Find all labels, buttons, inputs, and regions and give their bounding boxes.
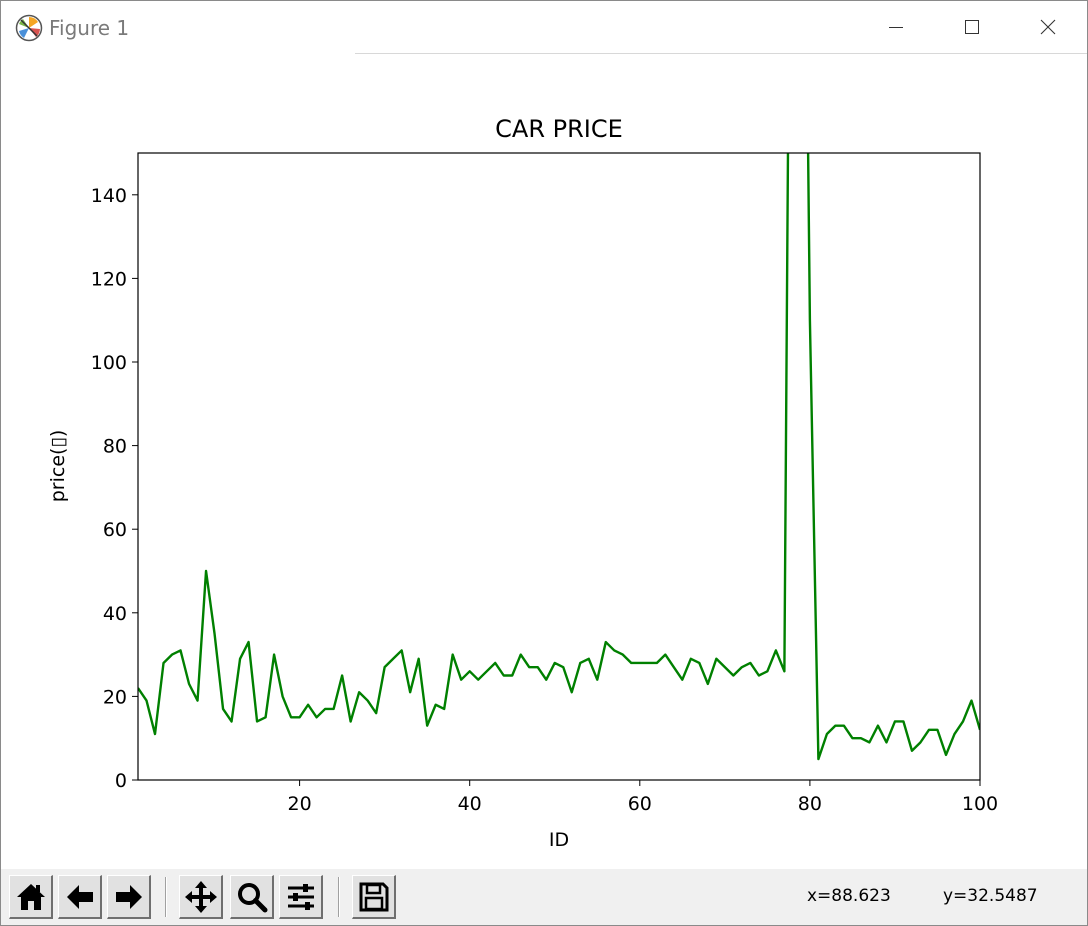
y-tick-label: 20 [103, 686, 127, 708]
chart-title: CAR PRICE [495, 115, 623, 143]
x-tick-label: 100 [962, 793, 998, 815]
pan-button[interactable] [179, 875, 223, 919]
y-tick-label: 40 [103, 603, 127, 625]
configure-subplots-icon [287, 883, 314, 910]
forward-button[interactable] [107, 875, 151, 919]
y-axis: 0 20 40 60 80 100 120 140 [91, 185, 138, 792]
title-bar-divider [355, 53, 1087, 54]
pan-icon [184, 880, 217, 913]
close-button[interactable] [1009, 1, 1087, 53]
toolbar-separator [338, 877, 340, 917]
figure-canvas[interactable]: CAR PRICE 0 20 40 60 80 100 120 140 20 40 60 80 100… [1, 55, 1087, 869]
minimize-button[interactable] [857, 1, 935, 53]
x-tick-label: 60 [628, 793, 652, 815]
plot-frame [137, 152, 981, 781]
x-coordinate-readout: x=88.623 [807, 886, 891, 906]
x-axis: 20 40 60 80 100 [288, 780, 998, 815]
series-line [138, 153, 980, 761]
figure-window: Figure 1 CAR PRICE 020 40 60 80 100 120 … [0, 0, 1088, 926]
x-tick-label: 80 [798, 793, 822, 815]
x-tick-label: 40 [458, 793, 482, 815]
toolbar-separator [165, 877, 167, 917]
maximize-icon [965, 20, 979, 34]
home-icon [16, 883, 45, 910]
y-axis-label: price(▯) [47, 430, 69, 503]
back-icon [66, 884, 93, 909]
x-axis-label: ID [549, 829, 569, 851]
x-tick-label: 20 [288, 793, 312, 815]
y-coordinate-readout: y=32.5487 [943, 886, 1038, 906]
title-bar[interactable]: Figure 1 [1, 1, 1087, 53]
navigation-toolbar: x=88.623 y=32.5487 [1, 869, 1087, 925]
y-tick-label: 80 [103, 436, 127, 458]
y-tick-label: 100 [91, 352, 127, 374]
zoom-button[interactable] [230, 875, 274, 919]
forward-icon [115, 884, 142, 909]
y-tick-label: 140 [91, 185, 127, 207]
close-icon [1040, 19, 1056, 35]
y-tick-label: 120 [91, 268, 127, 290]
home-button[interactable] [9, 875, 53, 919]
back-button[interactable] [58, 875, 102, 919]
y-tick-label: 0 [115, 770, 127, 792]
minimize-icon [889, 27, 903, 28]
line-chart[interactable]: CAR PRICE 0 20 40 60 80 100 120 140 20 40 60 80 100… [1, 55, 1087, 869]
window-title: Figure 1 [49, 16, 130, 40]
series-price [138, 153, 980, 761]
matplotlib-logo-icon [15, 14, 43, 42]
save-button[interactable] [352, 875, 396, 919]
zoom-icon [237, 882, 267, 912]
y-tick-label: 60 [103, 519, 127, 541]
maximize-button[interactable] [933, 1, 1011, 53]
save-icon [359, 882, 388, 911]
configure-subplots-button[interactable] [279, 875, 323, 919]
